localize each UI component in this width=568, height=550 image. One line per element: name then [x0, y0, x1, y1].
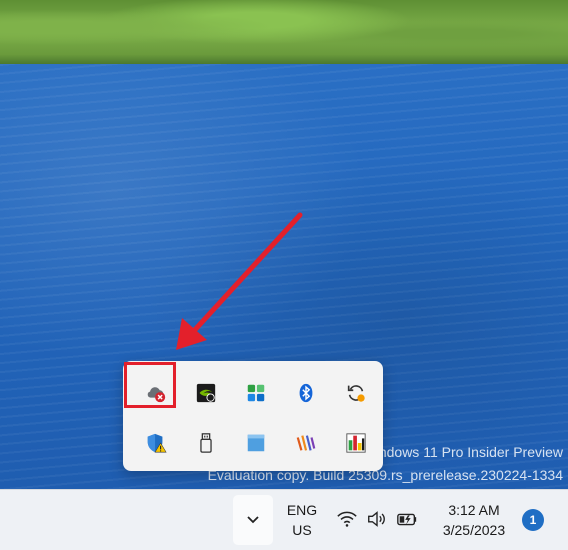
nvidia-icon[interactable]: [181, 369, 231, 417]
system-icons[interactable]: [336, 508, 418, 530]
wallpaper-grass: [0, 0, 568, 68]
windows-security-warning-icon[interactable]: [131, 419, 181, 467]
clock[interactable]: 3:12 AM 3/25/2023: [430, 500, 518, 540]
stripes-app-icon[interactable]: [281, 419, 331, 467]
input-language-indicator[interactable]: ENG US: [282, 500, 322, 540]
language-code: ENG: [286, 502, 318, 518]
volume-icon[interactable]: [366, 508, 388, 530]
chevron-down-icon: [247, 516, 259, 524]
clock-date: 3/25/2023: [442, 522, 506, 538]
highlight-box: [124, 362, 176, 408]
blue-square-app-icon[interactable]: [231, 419, 281, 467]
clock-time: 3:12 AM: [448, 502, 500, 518]
wifi-icon[interactable]: [336, 508, 358, 530]
bluetooth-icon[interactable]: [281, 369, 331, 417]
battery-charging-icon[interactable]: [396, 508, 418, 530]
region-code: US: [292, 522, 312, 538]
sync-update-icon[interactable]: [331, 369, 381, 417]
taskbar: ENG US 3:12 AM 3/25/2023 1: [0, 489, 568, 550]
show-hidden-icons-button[interactable]: [233, 495, 273, 545]
bar-chart-app-icon[interactable]: [331, 419, 381, 467]
usb-drive-icon[interactable]: [181, 419, 231, 467]
app-grid-icon[interactable]: [231, 369, 281, 417]
notification-badge[interactable]: 1: [522, 509, 544, 531]
